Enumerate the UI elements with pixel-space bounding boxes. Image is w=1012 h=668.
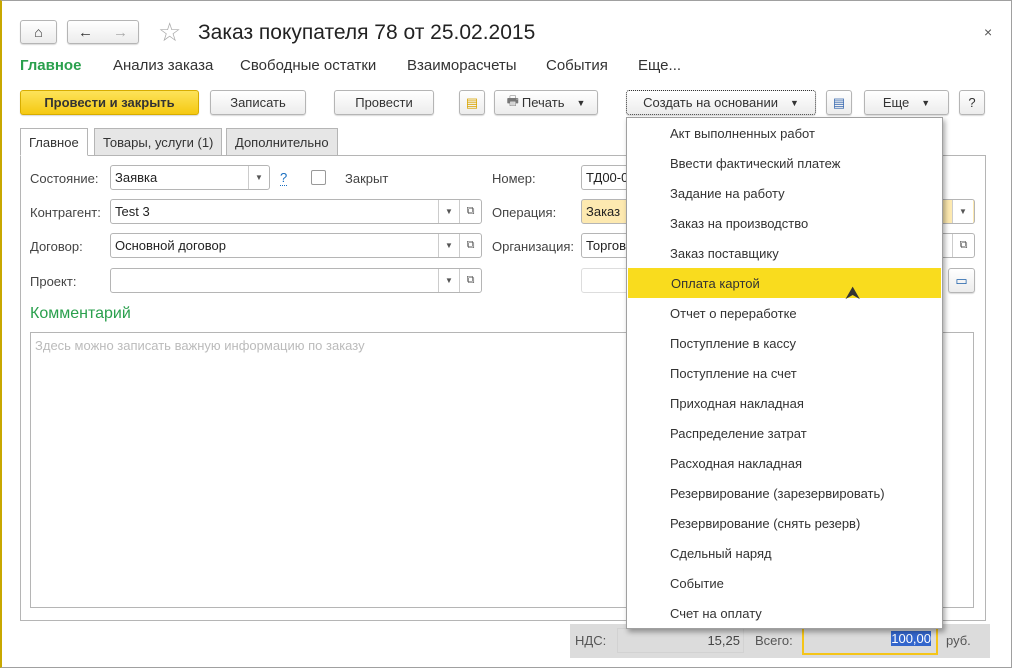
report-icon: ▤ bbox=[832, 94, 846, 110]
mouse-cursor-icon: ⮝ bbox=[845, 283, 861, 303]
contract-field[interactable]: Основной договор ▼ ⧉ bbox=[110, 233, 482, 258]
contractor-label: Контрагент: bbox=[30, 205, 101, 220]
state-select[interactable]: Заявка ▼ bbox=[110, 165, 270, 190]
open-icon[interactable]: ⧉ bbox=[459, 234, 481, 257]
state-label: Состояние: bbox=[30, 171, 99, 186]
menu-item[interactable]: Ввести фактический платеж bbox=[627, 148, 942, 178]
menu-item[interactable]: Заказ на производство bbox=[627, 208, 942, 238]
nav-settlements[interactable]: Взаиморасчеты bbox=[407, 57, 517, 74]
save-button[interactable]: Записать bbox=[210, 90, 306, 115]
contractor-value: Test 3 bbox=[115, 204, 150, 219]
nav-events[interactable]: События bbox=[546, 57, 608, 74]
home-icon: ⌂ bbox=[34, 24, 43, 40]
contract-label: Договор: bbox=[30, 239, 83, 254]
tab-goods-services[interactable]: Товары, услуги (1) bbox=[94, 128, 223, 156]
report-button[interactable]: ▤ bbox=[826, 90, 852, 115]
number-label: Номер: bbox=[492, 171, 536, 186]
chevron-down-icon[interactable]: ▼ bbox=[438, 269, 459, 292]
create-based-on-button[interactable]: Создать на основании ▼ bbox=[626, 90, 816, 115]
menu-item[interactable]: Резервирование (снять резерв) bbox=[627, 508, 942, 538]
org-value: Торгов bbox=[586, 238, 626, 253]
menu-item[interactable]: Приходная накладная bbox=[627, 388, 942, 418]
vat-value: 15,25 bbox=[617, 628, 744, 653]
print-button[interactable]: 🖶 Печать ▼ bbox=[494, 90, 598, 115]
menu-item[interactable]: Резервирование (зарезервировать) bbox=[627, 478, 942, 508]
card-button[interactable]: ▭ bbox=[948, 268, 975, 293]
chevron-down-icon[interactable]: ▼ bbox=[952, 200, 973, 223]
back-arrow-icon[interactable]: ← bbox=[78, 24, 93, 41]
total-label: Всего: bbox=[755, 633, 793, 648]
operation-value: Заказ bbox=[586, 204, 621, 219]
home-button[interactable]: ⌂ bbox=[20, 20, 57, 44]
org-label: Организация: bbox=[492, 239, 575, 254]
chevron-down-icon[interactable]: ▼ bbox=[438, 234, 459, 257]
menu-item[interactable]: Заказ поставщику bbox=[627, 238, 942, 268]
create-based-label: Создать на основании bbox=[643, 95, 778, 110]
favorite-star-icon[interactable]: ☆ bbox=[158, 17, 181, 48]
printer-icon: 🖶 bbox=[506, 92, 519, 108]
operation-label: Операция: bbox=[492, 205, 557, 220]
more-label: Еще bbox=[882, 95, 910, 110]
menu-item[interactable]: Оплата картой bbox=[628, 268, 941, 298]
more-button[interactable]: Еще ▼ bbox=[864, 90, 949, 115]
chevron-down-icon: ▼ bbox=[921, 97, 931, 108]
page-title: Заказ покупателя 78 от 25.02.2015 bbox=[198, 21, 536, 44]
menu-item[interactable]: Отчет о переработке bbox=[627, 298, 942, 328]
menu-item[interactable]: Распределение затрат bbox=[627, 418, 942, 448]
nav-order-analysis[interactable]: Анализ заказа bbox=[113, 57, 213, 74]
closed-checkbox[interactable] bbox=[311, 170, 326, 185]
chevron-down-icon: ▼ bbox=[789, 97, 799, 108]
print-label: Печать bbox=[521, 95, 565, 110]
close-icon[interactable]: × bbox=[984, 24, 992, 40]
tab-additional[interactable]: Дополнительно bbox=[226, 128, 338, 156]
comment-title: Комментарий bbox=[30, 305, 131, 322]
nav-more[interactable]: Еще... bbox=[638, 57, 681, 74]
post-button[interactable]: Провести bbox=[334, 90, 434, 115]
tab-main[interactable]: Главное bbox=[20, 128, 88, 156]
open-icon[interactable]: ⧉ bbox=[459, 200, 481, 223]
chevron-down-icon: ▼ bbox=[576, 97, 586, 108]
open-icon[interactable]: ⧉ bbox=[459, 269, 481, 292]
chevron-down-icon[interactable]: ▼ bbox=[438, 200, 459, 223]
vat-label: НДС: bbox=[575, 633, 607, 648]
open-icon[interactable]: ⧉ bbox=[952, 234, 974, 257]
credit-card-icon: ▭ bbox=[955, 272, 968, 288]
project-label: Проект: bbox=[30, 274, 77, 289]
chevron-down-icon[interactable]: ▼ bbox=[248, 166, 269, 189]
closed-label: Закрыт bbox=[345, 171, 389, 186]
forward-arrow-icon[interactable]: → bbox=[113, 24, 128, 41]
contract-value: Основной договор bbox=[115, 238, 226, 253]
create-based-on-menu: Акт выполненных работ Ввести фактический … bbox=[626, 117, 943, 629]
menu-item[interactable]: Событие bbox=[627, 568, 942, 598]
state-value: Заявка bbox=[115, 170, 158, 185]
menu-item[interactable]: Сдельный наряд bbox=[627, 538, 942, 568]
help-button[interactable]: ? bbox=[959, 90, 985, 115]
document-structure-button[interactable]: ▤ bbox=[459, 90, 485, 115]
project-field[interactable]: ▼ ⧉ bbox=[110, 268, 482, 293]
nav-free-stock[interactable]: Свободные остатки bbox=[240, 57, 376, 74]
nav-main[interactable]: Главное bbox=[20, 57, 81, 74]
history-buttons: ← → bbox=[67, 20, 139, 44]
menu-item[interactable]: Поступление в кассу bbox=[627, 328, 942, 358]
state-help-link[interactable]: ? bbox=[280, 170, 288, 186]
menu-item[interactable]: Задание на работу bbox=[627, 178, 942, 208]
menu-item[interactable]: Расходная накладная bbox=[627, 448, 942, 478]
post-and-close-button[interactable]: Провести и закрыть bbox=[20, 90, 199, 115]
contractor-field[interactable]: Test 3 ▼ ⧉ bbox=[110, 199, 482, 224]
document-icon: ▤ bbox=[465, 94, 479, 110]
menu-item[interactable]: Акт выполненных работ bbox=[627, 118, 942, 148]
menu-item[interactable]: Счет на оплату bbox=[627, 598, 942, 628]
currency-label: руб. bbox=[946, 633, 971, 648]
menu-item[interactable]: Поступление на счет bbox=[627, 358, 942, 388]
total-value: 100,00 bbox=[891, 631, 931, 646]
